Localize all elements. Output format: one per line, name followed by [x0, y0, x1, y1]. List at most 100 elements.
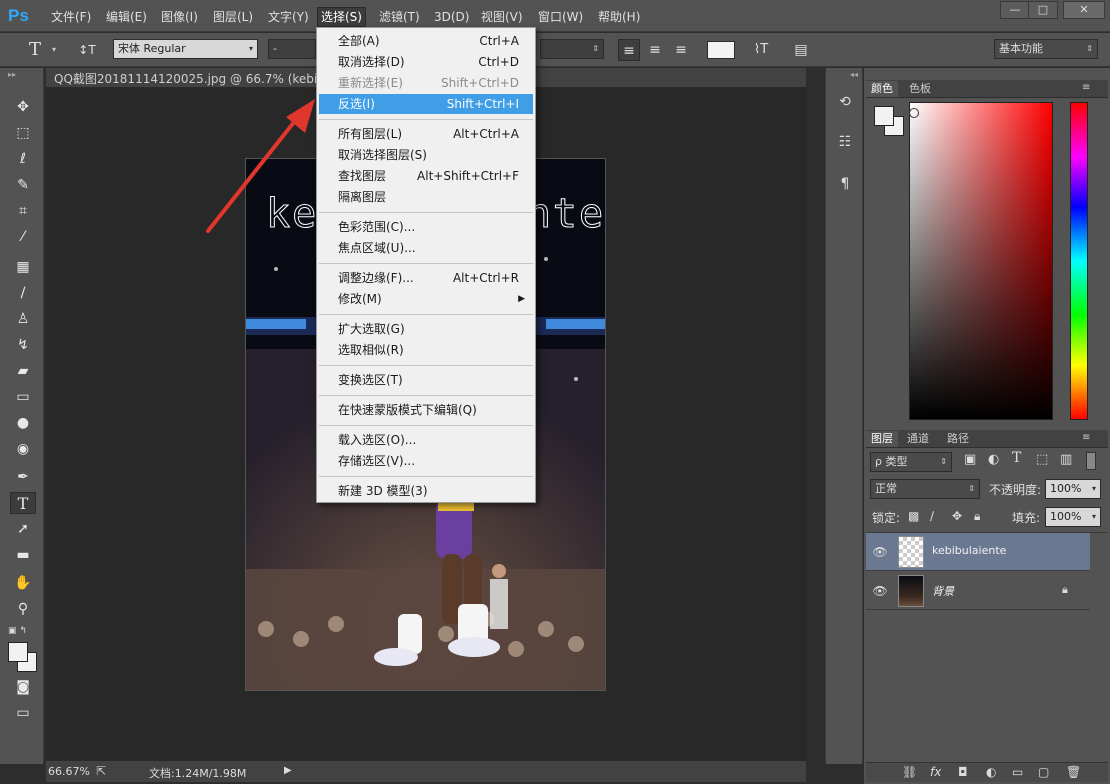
workspace-select[interactable]: 基本功能 ⇕: [994, 39, 1098, 59]
select-menu-item[interactable]: 在快速蒙版模式下编辑(Q): [319, 400, 533, 420]
close-button[interactable]: ✕: [1063, 1, 1105, 19]
hue-slider[interactable]: [1070, 102, 1088, 420]
gradient-tool-icon[interactable]: ▭: [10, 386, 36, 408]
warp-text-icon[interactable]: ⌇T: [750, 39, 772, 61]
collapse-arrows-icon[interactable]: ◂◂: [850, 70, 858, 79]
menu-select[interactable]: 选择(S): [317, 7, 366, 27]
select-menu-item[interactable]: 反选(I) Shift+Ctrl+I: [319, 94, 533, 114]
lock-image-icon[interactable]: ∕: [930, 509, 934, 523]
select-menu-item[interactable]: 色彩范围(C)...: [319, 217, 533, 237]
select-menu-item[interactable]: 全部(A) Ctrl+A: [319, 31, 533, 51]
font-style-select[interactable]: -: [268, 39, 316, 59]
type-tool-preset-icon[interactable]: T: [24, 39, 46, 61]
panel-menu-icon[interactable]: ≡: [1082, 432, 1090, 443]
eyedropper-tool-icon[interactable]: ⁄: [10, 226, 36, 248]
filter-smartobject-icon[interactable]: ▥: [1060, 452, 1072, 467]
tab-layers[interactable]: 图层: [866, 431, 898, 447]
select-menu-item[interactable]: 取消选择图层(S): [319, 145, 533, 165]
visibility-eye-icon[interactable]: 👁︎: [872, 544, 888, 560]
lock-all-icon[interactable]: 🔒︎: [974, 509, 980, 524]
lasso-tool-icon[interactable]: ℓ: [10, 148, 36, 170]
select-menu-item[interactable]: 焦点区域(U)...: [319, 238, 533, 258]
paragraph-panel-icon[interactable]: ¶: [833, 172, 857, 196]
blur-tool-icon[interactable]: ●: [10, 412, 36, 434]
restore-button[interactable]: □: [1028, 1, 1058, 19]
move-tool-icon[interactable]: ✥: [10, 96, 36, 118]
menu-image[interactable]: 图像(I): [158, 7, 201, 27]
pen-tool-icon[interactable]: ✒: [10, 466, 36, 488]
menu-file[interactable]: 文件(F): [48, 7, 94, 27]
screen-mode-icon[interactable]: ▭: [10, 702, 36, 724]
align-left-icon[interactable]: ≡: [618, 39, 640, 61]
filter-adjustment-icon[interactable]: ◐: [988, 452, 999, 467]
dodge-tool-icon[interactable]: ◉: [10, 438, 36, 460]
select-menu-item[interactable]: 扩大选取(G): [319, 319, 533, 339]
select-menu-item[interactable]: 变换选区(T): [319, 370, 533, 390]
menu-help[interactable]: 帮助(H): [595, 7, 643, 27]
select-menu-item[interactable]: 新建 3D 模型(3): [319, 481, 533, 501]
color-picker-field[interactable]: [909, 102, 1053, 420]
select-menu-item[interactable]: 调整边缘(F)... Alt+Ctrl+R: [319, 268, 533, 288]
color-picker-cursor[interactable]: [909, 108, 919, 118]
type-tool-icon[interactable]: T: [10, 492, 36, 514]
crop-tool-icon[interactable]: ⌗: [10, 200, 36, 222]
eraser-tool-icon[interactable]: ▰: [10, 360, 36, 382]
menu-filter[interactable]: 滤镜(T): [376, 7, 423, 27]
share-icon[interactable]: ⇱: [96, 764, 106, 778]
select-menu-item[interactable]: 所有图层(L) Alt+Ctrl+A: [319, 124, 533, 144]
quick-mask-icon[interactable]: ◙: [10, 676, 36, 698]
menu-view[interactable]: 视图(V): [478, 7, 526, 27]
tab-color[interactable]: 颜色: [866, 81, 898, 97]
select-menu-item[interactable]: 查找图层 Alt+Shift+Ctrl+F: [319, 166, 533, 186]
status-menu-arrow-icon[interactable]: ▶: [284, 765, 292, 776]
default-colors-icon[interactable]: ▣ ↰: [8, 626, 27, 636]
blend-mode-select[interactable]: 正常 ⇕: [870, 479, 980, 499]
select-menu-item[interactable]: 选取相似(R): [319, 340, 533, 360]
brush-tool-icon[interactable]: ∕: [10, 282, 36, 304]
layer-filter-select[interactable]: ρ 类型 ⇕: [870, 452, 952, 472]
fill-input[interactable]: 100% ▾: [1045, 507, 1101, 527]
healing-brush-tool-icon[interactable]: ▦: [10, 256, 36, 278]
select-menu-item[interactable]: 载入选区(O)...: [319, 430, 533, 450]
tab-channels[interactable]: 通道: [902, 431, 934, 447]
hand-tool-icon[interactable]: ✋: [10, 572, 36, 594]
anti-alias-select[interactable]: ⇕: [540, 39, 604, 59]
select-menu-item[interactable]: 存储选区(V)...: [319, 451, 533, 471]
preset-dropdown-icon[interactable]: ▾: [52, 45, 56, 54]
menu-window[interactable]: 窗口(W): [535, 7, 586, 27]
foreground-color-swatch[interactable]: [8, 642, 28, 662]
character-panel-icon[interactable]: ▤: [790, 39, 812, 61]
align-right-icon[interactable]: ≡: [670, 39, 692, 61]
tab-swatches[interactable]: 色板: [904, 81, 936, 97]
layer-row[interactable]: 👁︎ kebibulaiente: [866, 533, 1090, 571]
properties-panel-icon[interactable]: ☷: [833, 130, 857, 154]
select-menu-item[interactable]: 隔离图层: [319, 187, 533, 207]
align-center-icon[interactable]: ≡: [644, 39, 666, 61]
menu-edit[interactable]: 编辑(E): [103, 7, 150, 27]
visibility-eye-icon[interactable]: 👁︎: [872, 583, 888, 599]
opacity-input[interactable]: 100% ▾: [1045, 479, 1101, 499]
path-selection-tool-icon[interactable]: ➚: [10, 518, 36, 540]
collapse-arrows-icon[interactable]: ▸▸: [8, 70, 16, 79]
text-orientation-icon[interactable]: ↕T: [76, 39, 98, 61]
foreground-color-swatch[interactable]: [874, 106, 894, 126]
font-family-select[interactable]: 宋体 Regular ▾: [113, 39, 258, 59]
menu-layer[interactable]: 图层(L): [210, 7, 256, 27]
add-mask-icon[interactable]: ◘: [958, 765, 968, 779]
adjustment-layer-icon[interactable]: ◐: [986, 765, 996, 779]
history-panel-icon[interactable]: ⟲: [833, 90, 857, 114]
panel-menu-icon[interactable]: ≡: [1082, 82, 1090, 93]
history-brush-tool-icon[interactable]: ↯: [10, 334, 36, 356]
zoom-level[interactable]: 66.67%: [48, 765, 90, 778]
zoom-tool-icon[interactable]: ⚲: [10, 598, 36, 620]
marquee-tool-icon[interactable]: ⬚: [10, 122, 36, 144]
clone-stamp-tool-icon[interactable]: ♙: [10, 308, 36, 330]
minimize-button[interactable]: —: [1000, 1, 1030, 19]
lock-position-icon[interactable]: ✥: [952, 509, 962, 523]
rectangle-tool-icon[interactable]: ▬: [10, 544, 36, 566]
menu-type[interactable]: 文字(Y): [265, 7, 312, 27]
text-color-swatch[interactable]: [707, 41, 735, 59]
layer-name[interactable]: 背景: [932, 583, 954, 599]
quick-select-tool-icon[interactable]: ✎: [10, 174, 36, 196]
layer-name[interactable]: kebibulaiente: [932, 544, 1006, 557]
